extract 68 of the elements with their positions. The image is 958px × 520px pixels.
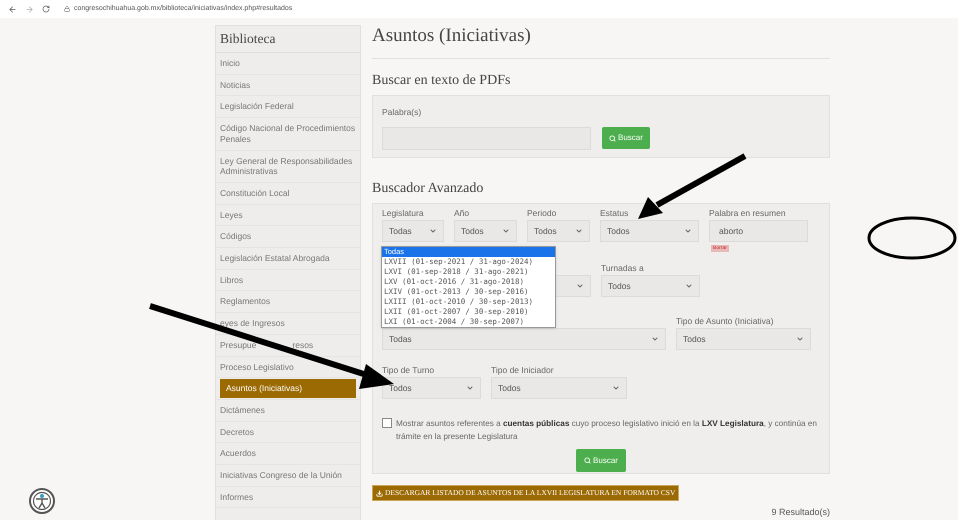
sidebar-item[interactable]: Dictámenes bbox=[216, 400, 360, 421]
sidebar-item[interactable]: Reglamentos bbox=[216, 291, 360, 312]
sidebar-item[interactable]: Constitución Local bbox=[216, 182, 360, 204]
checkbox[interactable] bbox=[382, 418, 392, 428]
sidebar-item[interactable]: Presupue resos bbox=[216, 334, 360, 356]
sidebar-item[interactable]: eyes de Ingresos bbox=[216, 313, 360, 334]
section-title: Buscador Avanzado bbox=[372, 180, 484, 198]
select-field[interactable]: Todos bbox=[676, 328, 811, 350]
chevron-icon bbox=[684, 227, 692, 235]
accessibility-icon[interactable] bbox=[28, 487, 56, 515]
input-field[interactable]: aborto bbox=[709, 220, 808, 242]
sidebar-item[interactable]: Ley General de Responsabilidades Administrativas bbox=[216, 150, 360, 182]
reload-icon[interactable] bbox=[42, 5, 50, 13]
select-field[interactable]: Todos bbox=[382, 377, 481, 399]
field-label: Legislatura bbox=[382, 206, 424, 220]
results-count: 9 Resultado(s) bbox=[771, 507, 830, 518]
chevron-icon bbox=[651, 335, 659, 343]
sidebar-item[interactable]: Inicio bbox=[216, 53, 360, 74]
select-field[interactable]: Todos bbox=[454, 220, 517, 242]
select-field[interactable]: Todos bbox=[527, 220, 590, 242]
sidebar-title: Biblioteca bbox=[220, 30, 276, 48]
sidebar-item[interactable]: Noticias bbox=[216, 74, 360, 96]
sidebar-item[interactable]: Legislación Federal bbox=[216, 96, 360, 118]
sidebar-item[interactable]: Decretos bbox=[216, 422, 360, 442]
page-title: Asuntos (Iniciativas) bbox=[372, 25, 532, 47]
field-label: Tipo de Iniciador bbox=[491, 364, 554, 376]
select-field[interactable]: Todos bbox=[601, 275, 700, 297]
field-label: Año bbox=[454, 206, 470, 220]
sidebar-item[interactable]: Proceso Legislativo bbox=[216, 356, 360, 378]
sidebar-item[interactable]: Leyes bbox=[216, 204, 360, 226]
download-icon bbox=[376, 490, 383, 496]
chevron-icon bbox=[612, 384, 620, 392]
select-field[interactable]: Todos bbox=[491, 377, 627, 399]
sidebar-item[interactable]: Iniciativas Congreso de la Unión bbox=[216, 465, 360, 486]
chevron-icon bbox=[796, 335, 804, 343]
field-label: Turnadas a bbox=[601, 262, 644, 274]
search-button[interactable]: Buscar bbox=[576, 449, 626, 472]
field-label: Tipo de Turno bbox=[382, 364, 434, 376]
chevron-icon bbox=[685, 282, 693, 290]
chevron-icon bbox=[502, 227, 510, 235]
sidebar-item[interactable]: Informes bbox=[216, 486, 360, 508]
search-icon bbox=[609, 134, 616, 142]
sidebar-item[interactable]: Acuerdos bbox=[216, 443, 360, 464]
back-icon[interactable] bbox=[8, 4, 17, 14]
field-label: Palabra(s) bbox=[382, 107, 422, 117]
field-label: Estatus bbox=[600, 206, 628, 220]
field-label: Palabra en resumen bbox=[709, 206, 786, 220]
sidebar-item[interactable]: Códigos bbox=[216, 226, 360, 248]
sidebar-item[interactable]: Código Nacional de Procedimientos Penales bbox=[216, 118, 360, 150]
lock-icon bbox=[64, 6, 70, 12]
sidebar-item-text: resos bbox=[292, 340, 314, 351]
field-label: Tipo de Asunto (Iniciativa) bbox=[676, 314, 774, 328]
search-icon bbox=[584, 457, 592, 464]
section-title: Buscar en texto de PDFs bbox=[372, 72, 512, 90]
select-field[interactable]: Todos bbox=[600, 220, 699, 242]
checkbox-label: Mostrar asuntos referentes a cuentas públicas cuyo proceso legislativo inició en la LXV Legislatura, y continúa en trámite en la presente Legislatura bbox=[396, 418, 818, 443]
sidebar-item[interactable]: Libros bbox=[216, 270, 360, 290]
chevron-icon bbox=[466, 384, 474, 392]
chevron-icon bbox=[429, 227, 437, 235]
search-button[interactable]: Buscar bbox=[602, 127, 650, 149]
sidebar-item-text: Presupue bbox=[220, 340, 256, 351]
field-label: Periodo bbox=[527, 206, 556, 220]
select-field[interactable]: Todas bbox=[382, 220, 444, 242]
sidebar-item[interactable]: Legislación Estatal Abrogada bbox=[216, 248, 360, 269]
chevron-icon bbox=[576, 282, 584, 290]
chevron-icon bbox=[575, 227, 583, 235]
select-field[interactable]: Todas bbox=[382, 328, 666, 350]
sidebar-item[interactable]: Asuntos (Iniciativas) bbox=[220, 379, 356, 398]
